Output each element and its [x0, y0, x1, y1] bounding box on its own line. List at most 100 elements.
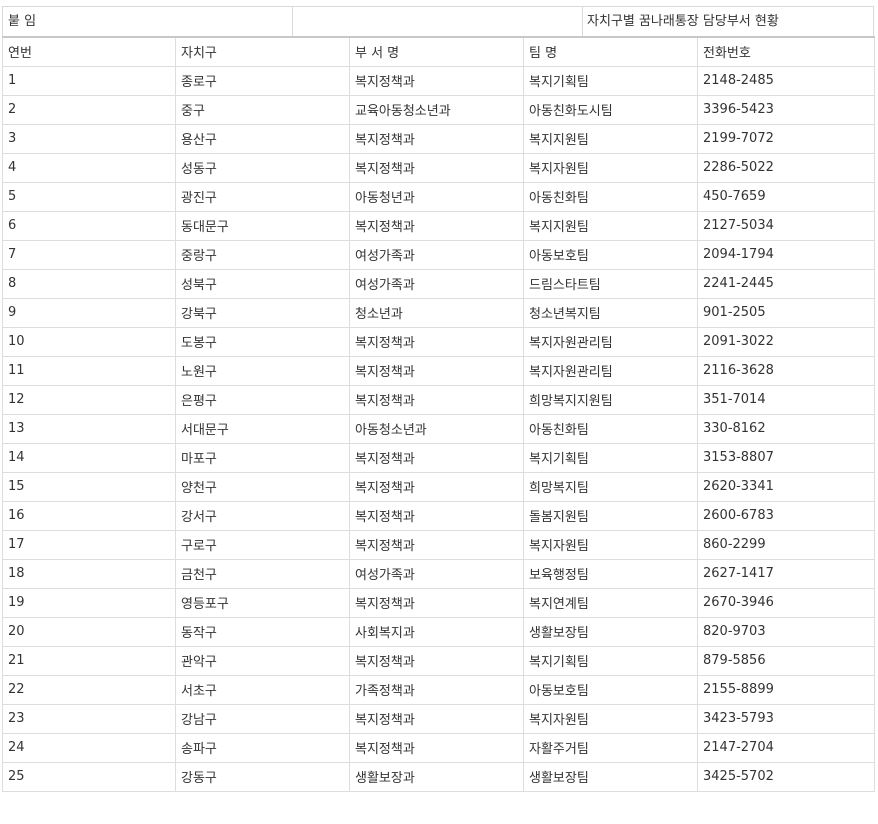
document-title: 자치구별 꿈나래통장 담당부서 현황: [587, 14, 779, 29]
cell-phone: 2241-2445: [697, 268, 875, 299]
cell-phone: 2148-2485: [697, 65, 875, 96]
cell-department: 여성가족과: [349, 558, 524, 589]
table-row: 22 서초구 가족정책과 아동보호팀 2155-8899: [2, 674, 875, 705]
table-row: 23 강남구 복지정책과 복지자원팀 3423-5793: [2, 703, 875, 734]
cell-no: 16: [2, 500, 176, 531]
cell-phone: 901-2505: [697, 297, 875, 328]
column-header-department: 부 서 명: [349, 36, 524, 67]
cell-team: 복지지원팀: [523, 123, 698, 154]
cell-district: 양천구: [175, 471, 350, 502]
table-row: 3 용산구 복지정책과 복지지원팀 2199-7072: [2, 123, 875, 154]
cell-district: 종로구: [175, 65, 350, 96]
title-row: 붙 임 자치구별 꿈나래통장 담당부서 현황: [2, 6, 874, 36]
cell-phone: 2670-3946: [697, 587, 875, 618]
cell-phone: 2091-3022: [697, 326, 875, 357]
cell-phone: 2199-7072: [697, 123, 875, 154]
cell-no: 4: [2, 152, 176, 183]
cell-district: 노원구: [175, 355, 350, 386]
cell-phone: 2620-3341: [697, 471, 875, 502]
table-row: 9 강북구 청소년과 청소년복지팀 901-2505: [2, 297, 875, 328]
table-row: 5 광진구 아동청년과 아동친화팀 450-7659: [2, 181, 875, 212]
cell-no: 22: [2, 674, 176, 705]
cell-district: 금천구: [175, 558, 350, 589]
cell-team: 복지기획팀: [523, 442, 698, 473]
cell-team: 복지자원팀: [523, 152, 698, 183]
table-row: 4 성동구 복지정책과 복지자원팀 2286-5022: [2, 152, 875, 183]
cell-team: 드림스타트팀: [523, 268, 698, 299]
cell-no: 15: [2, 471, 176, 502]
cell-no: 1: [2, 65, 176, 96]
cell-department: 복지정책과: [349, 210, 524, 241]
cell-department: 교육아동청소년과: [349, 94, 524, 125]
cell-no: 8: [2, 268, 176, 299]
cell-phone: 2627-1417: [697, 558, 875, 589]
cell-team: 아동보호팀: [523, 674, 698, 705]
cell-no: 11: [2, 355, 176, 386]
cell-department: 여성가족과: [349, 239, 524, 270]
cell-department: 복지정책과: [349, 65, 524, 96]
table-header-row: 연번 자치구 부 서 명 팀 명 전화번호: [2, 36, 875, 67]
cell-department: 복지정책과: [349, 442, 524, 473]
cell-district: 송파구: [175, 732, 350, 763]
cell-team: 희망복지팀: [523, 471, 698, 502]
cell-phone: 820-9703: [697, 616, 875, 647]
table-row: 7 중랑구 여성가족과 아동보호팀 2094-1794: [2, 239, 875, 270]
table-row: 11 노원구 복지정책과 복지자원관리팀 2116-3628: [2, 355, 875, 386]
cell-phone: 2155-8899: [697, 674, 875, 705]
cell-district: 동대문구: [175, 210, 350, 241]
cell-no: 5: [2, 181, 176, 212]
cell-department: 복지정책과: [349, 732, 524, 763]
table-row: 14 마포구 복지정책과 복지기획팀 3153-8807: [2, 442, 875, 473]
cell-district: 구로구: [175, 529, 350, 560]
cell-district: 강남구: [175, 703, 350, 734]
cell-phone: 351-7014: [697, 384, 875, 415]
cell-district: 강서구: [175, 500, 350, 531]
cell-no: 14: [2, 442, 176, 473]
cell-district: 은평구: [175, 384, 350, 415]
cell-team: 복지지원팀: [523, 210, 698, 241]
cell-phone: 2116-3628: [697, 355, 875, 386]
cell-team: 복지자원팀: [523, 703, 698, 734]
cell-team: 아동친화팀: [523, 413, 698, 444]
cell-no: 20: [2, 616, 176, 647]
cell-team: 복지기획팀: [523, 645, 698, 676]
cell-district: 성동구: [175, 152, 350, 183]
table-row: 13 서대문구 아동청소년과 아동친화팀 330-8162: [2, 413, 875, 444]
column-header-no: 연번: [2, 36, 176, 67]
cell-district: 강북구: [175, 297, 350, 328]
cell-no: 18: [2, 558, 176, 589]
cell-district: 도봉구: [175, 326, 350, 357]
cell-district: 용산구: [175, 123, 350, 154]
table-row: 24 송파구 복지정책과 자활주거팀 2147-2704: [2, 732, 875, 763]
cell-district: 마포구: [175, 442, 350, 473]
cell-phone: 3396-5423: [697, 94, 875, 125]
column-header-district: 자치구: [175, 36, 350, 67]
cell-department: 생활보장과: [349, 761, 524, 792]
cell-district: 서초구: [175, 674, 350, 705]
table-row: 21 관악구 복지정책과 복지기획팀 879-5856: [2, 645, 875, 676]
cell-district: 영등포구: [175, 587, 350, 618]
cell-department: 복지정책과: [349, 355, 524, 386]
cell-district: 중구: [175, 94, 350, 125]
table-row: 8 성북구 여성가족과 드림스타트팀 2241-2445: [2, 268, 875, 299]
title-spacer-cell: [293, 7, 583, 36]
cell-department: 복지정책과: [349, 703, 524, 734]
table-row: 17 구로구 복지정책과 복지자원팀 860-2299: [2, 529, 875, 560]
cell-no: 23: [2, 703, 176, 734]
cell-team: 복지자원관리팀: [523, 355, 698, 386]
cell-team: 청소년복지팀: [523, 297, 698, 328]
cell-team: 자활주거팀: [523, 732, 698, 763]
table-row: 18 금천구 여성가족과 보육행정팀 2627-1417: [2, 558, 875, 589]
column-header-team: 팀 명: [523, 36, 698, 67]
cell-district: 동작구: [175, 616, 350, 647]
cell-district: 광진구: [175, 181, 350, 212]
cell-phone: 3423-5793: [697, 703, 875, 734]
cell-department: 복지정책과: [349, 529, 524, 560]
cell-no: 19: [2, 587, 176, 618]
cell-team: 돌봄지원팀: [523, 500, 698, 531]
cell-no: 21: [2, 645, 176, 676]
table-row: 6 동대문구 복지정책과 복지지원팀 2127-5034: [2, 210, 875, 241]
table-row: 15 양천구 복지정책과 희망복지팀 2620-3341: [2, 471, 875, 502]
cell-phone: 3153-8807: [697, 442, 875, 473]
table-row: 20 동작구 사회복지과 생활보장팀 820-9703: [2, 616, 875, 647]
